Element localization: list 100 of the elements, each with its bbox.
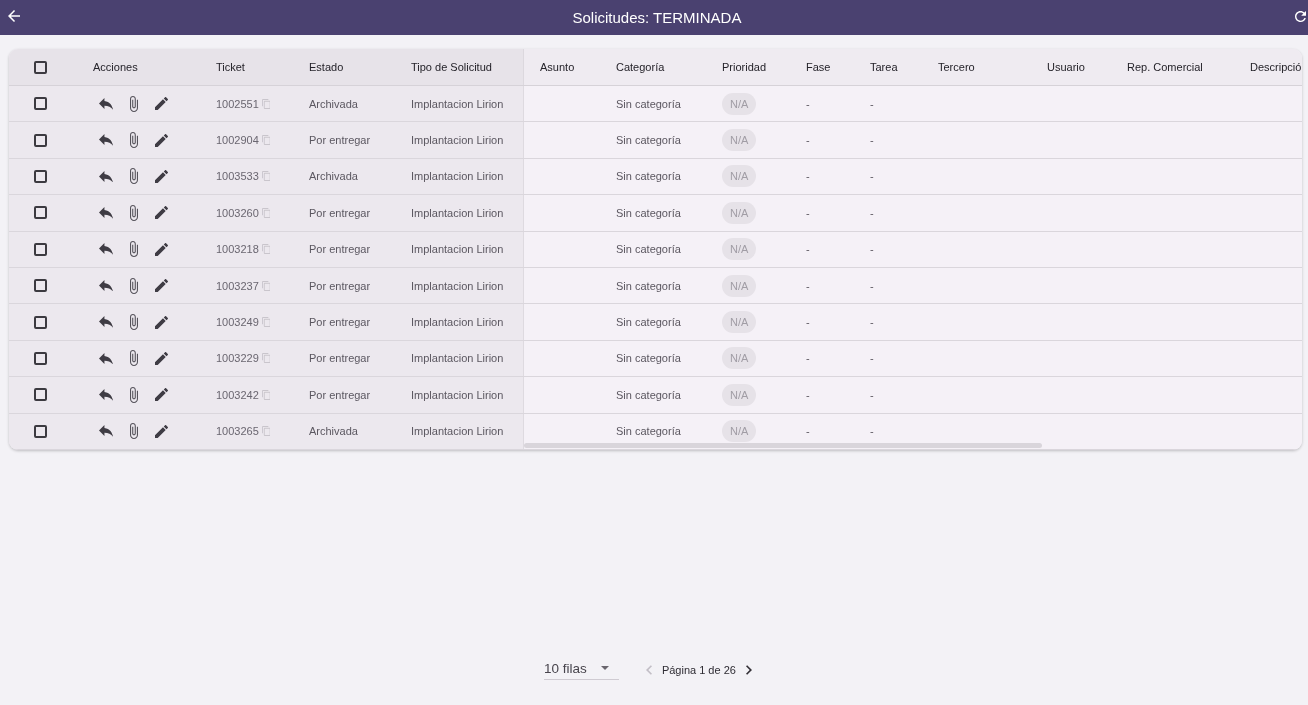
rows-per-page-select[interactable]: 10 filas	[544, 660, 619, 680]
table-cell: Sin categoría	[616, 388, 681, 401]
horizontal-scrollbar[interactable]	[524, 442, 1042, 448]
table-cell: -	[806, 243, 810, 256]
pencil-icon[interactable]	[155, 169, 168, 183]
refresh-icon[interactable]	[1295, 10, 1306, 22]
ticket-number: 1002904	[216, 134, 259, 147]
table-cell: -	[870, 97, 874, 110]
pencil-icon[interactable]	[155, 242, 168, 256]
table-cell: Archivada	[309, 425, 358, 438]
column-header: Usuario	[1047, 61, 1085, 73]
table-cell: -	[870, 425, 874, 438]
table-cell: -	[806, 425, 810, 438]
pencil-icon[interactable]	[155, 206, 168, 220]
chevron-right-icon[interactable]	[745, 665, 752, 675]
table-cell: Sin categoría	[616, 134, 681, 147]
back-arrow-icon[interactable]	[8, 9, 20, 22]
table-cell: Sin categoría	[616, 243, 681, 256]
table-cell: Implantacion Lirion	[411, 279, 504, 292]
table-cell: Implantacion Lirion	[411, 97, 504, 110]
ticket-number: 1003260	[216, 206, 259, 219]
table-cell: -	[870, 279, 874, 292]
column-header: Rep. Comercial	[1127, 61, 1203, 73]
ticket-number: 1003533	[216, 170, 259, 183]
priority-chip: N/A	[722, 347, 757, 370]
curved-arrow-icon[interactable]	[99, 207, 113, 219]
ticket-number: 1003237	[216, 279, 259, 292]
table-cell: Sin categoría	[616, 316, 681, 329]
curved-arrow-icon[interactable]	[99, 316, 113, 328]
ticket-number: 1003229	[216, 352, 259, 365]
column-header: Tercero	[938, 61, 975, 73]
curved-arrow-icon[interactable]	[99, 134, 113, 146]
page-title: Solicitudes: TERMINADA	[572, 9, 742, 26]
paperclip-icon[interactable]	[130, 314, 138, 331]
caret-down-icon[interactable]	[600, 666, 609, 670]
row-checkbox[interactable]	[34, 169, 47, 183]
table-cell: -	[870, 134, 874, 147]
table-cell: Sin categoría	[616, 352, 681, 365]
row-checkbox[interactable]	[34, 424, 47, 438]
pencil-icon[interactable]	[155, 315, 168, 329]
paperclip-icon[interactable]	[130, 241, 138, 258]
paperclip-icon[interactable]	[130, 386, 138, 403]
paperclip-icon[interactable]	[130, 95, 138, 112]
table-cell: Archivada	[309, 97, 358, 110]
pencil-icon[interactable]	[155, 97, 168, 111]
paperclip-icon[interactable]	[130, 204, 138, 221]
row-checkbox[interactable]	[34, 279, 47, 293]
table-cell: -	[870, 206, 874, 219]
curved-arrow-icon[interactable]	[99, 279, 113, 292]
curved-arrow-icon[interactable]	[99, 352, 113, 365]
curved-arrow-icon[interactable]	[99, 243, 113, 256]
table-cell: -	[806, 279, 810, 292]
paperclip-icon[interactable]	[130, 168, 138, 185]
table-cell: Sin categoría	[616, 425, 681, 438]
ticket-number: 1003265	[216, 425, 259, 438]
column-header: Fase	[806, 61, 831, 73]
pencil-icon[interactable]	[155, 279, 168, 293]
curved-arrow-icon[interactable]	[99, 425, 113, 438]
curved-arrow-icon[interactable]	[99, 388, 113, 401]
table-cell: -	[806, 134, 810, 147]
pencil-icon[interactable]	[155, 133, 168, 147]
ticket-number: 1003249	[216, 316, 259, 329]
table-cell: -	[806, 206, 810, 219]
column-header: Acciones	[93, 61, 138, 73]
table-cell: Por entregar	[309, 388, 371, 401]
table-cell: -	[806, 316, 810, 329]
table-cell: Implantacion Lirion	[411, 206, 504, 219]
paperclip-icon[interactable]	[130, 132, 138, 149]
column-header: Descripció	[1250, 61, 1302, 73]
row-checkbox[interactable]	[34, 351, 47, 365]
ticket-number: 1003218	[216, 243, 259, 256]
table-cell: Sin categoría	[616, 206, 681, 219]
curved-arrow-icon[interactable]	[99, 170, 113, 183]
pencil-icon[interactable]	[155, 424, 168, 438]
table-cell: Sin categoría	[616, 279, 681, 292]
row-checkbox[interactable]	[34, 206, 47, 220]
pencil-icon[interactable]	[155, 388, 168, 402]
curved-arrow-icon[interactable]	[99, 97, 113, 110]
priority-chip: N/A	[722, 129, 757, 152]
table-cell: -	[870, 170, 874, 183]
paperclip-icon[interactable]	[130, 350, 138, 367]
row-checkbox[interactable]	[34, 133, 47, 147]
column-header: Tipo de Solicitud	[411, 61, 492, 73]
select-all-checkbox[interactable]	[34, 60, 47, 74]
row-checkbox[interactable]	[34, 242, 47, 256]
table-cell: Por entregar	[309, 206, 371, 219]
priority-chip: N/A	[722, 420, 757, 443]
table-cell: Implantacion Lirion	[411, 425, 504, 438]
table-cell: -	[870, 388, 874, 401]
paperclip-icon[interactable]	[130, 423, 138, 440]
row-checkbox[interactable]	[34, 388, 47, 402]
priority-chip: N/A	[722, 238, 757, 261]
row-checkbox[interactable]	[34, 315, 47, 329]
row-checkbox[interactable]	[34, 97, 47, 111]
pencil-icon[interactable]	[155, 351, 168, 365]
table-cell: Archivada	[309, 170, 358, 183]
table-cell: Implantacion Lirion	[411, 388, 504, 401]
priority-chip: N/A	[722, 383, 757, 406]
table-cell: Implantacion Lirion	[411, 352, 504, 365]
paperclip-icon[interactable]	[130, 277, 138, 294]
